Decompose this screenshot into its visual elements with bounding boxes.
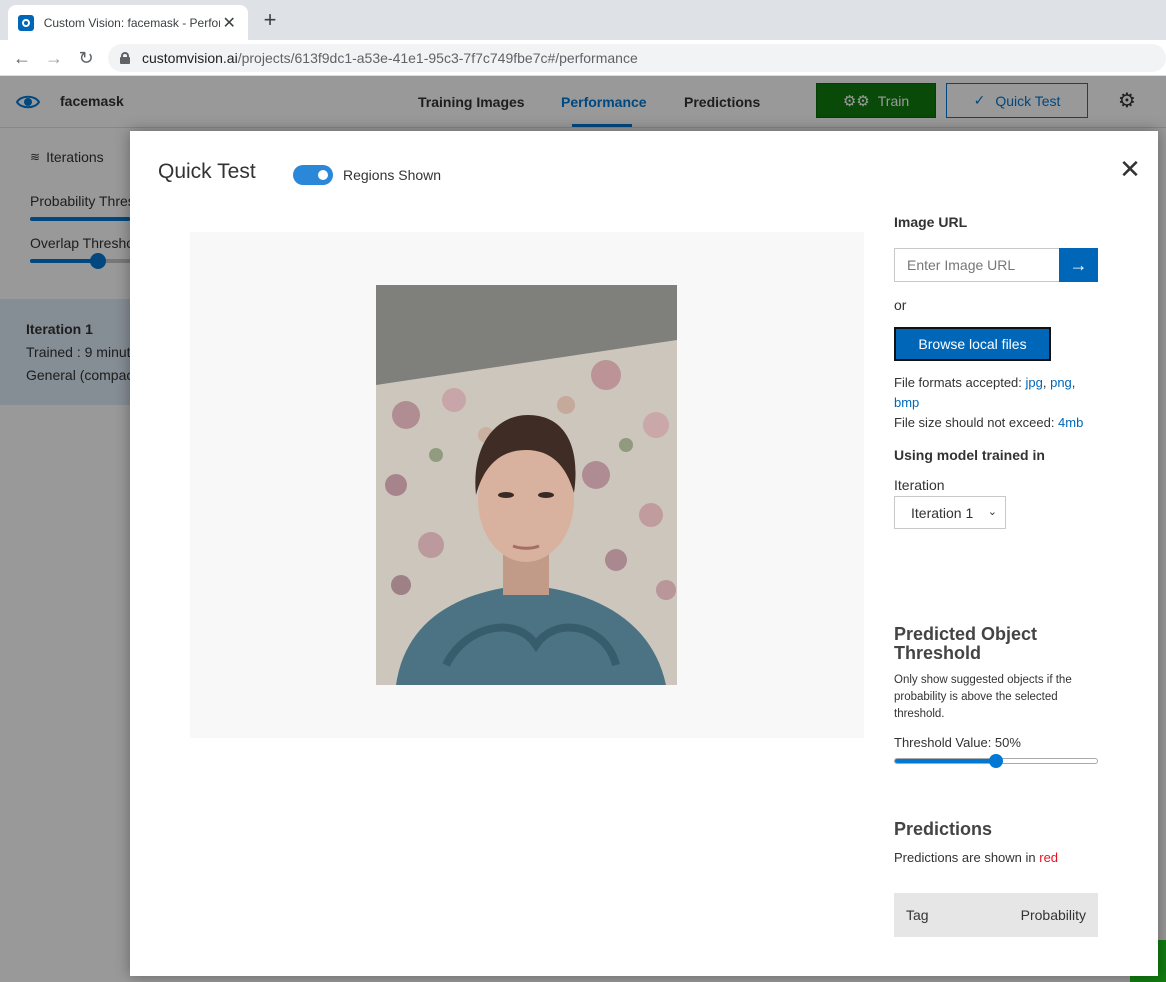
format-png: png <box>1050 375 1072 390</box>
file-size-text: File size should not exceed: 4mb <box>894 413 1083 433</box>
back-button[interactable]: ← <box>9 45 35 71</box>
iteration-select-value: Iteration 1 <box>911 504 974 521</box>
custom-vision-favicon-icon <box>18 14 34 31</box>
file-formats-prefix: File formats accepted: <box>894 375 1026 390</box>
format-jpg: jpg <box>1025 375 1043 390</box>
file-size-prefix: File size should not exceed: <box>894 415 1059 430</box>
address-bar[interactable]: customvision.ai/projects/613f9dc1-a53e-4… <box>108 44 1166 72</box>
threshold-title: Predicted Object Threshold <box>894 624 1038 663</box>
browse-local-files-button[interactable]: Browse local files <box>894 327 1051 361</box>
threshold-slider-thumb[interactable] <box>989 754 1003 768</box>
column-tag: Tag <box>906 907 929 923</box>
lock-icon <box>120 52 130 64</box>
browser-tab[interactable]: Custom Vision: facemask - Perfor ✕ <box>8 5 248 40</box>
predictions-table-header: Tag Probability <box>894 893 1098 937</box>
tab-title: Custom Vision: facemask - Perfor <box>43 15 221 30</box>
new-tab-button[interactable]: + <box>258 8 282 32</box>
browser-toolbar: ← → ↻ customvision.ai/projects/613f9dc1-… <box>0 40 1166 76</box>
image-preview-area <box>190 232 864 738</box>
tab-close-icon[interactable]: ✕ <box>220 13 238 33</box>
threshold-value-label: Threshold Value: 50% <box>894 735 1021 750</box>
reload-button[interactable]: ↻ <box>73 45 99 71</box>
iteration-select[interactable]: Iteration 1 ⌄ <box>894 496 1006 529</box>
iteration-label: Iteration <box>894 477 945 493</box>
predictions-title: Predictions <box>894 819 993 839</box>
image-url-input[interactable] <box>894 248 1060 282</box>
threshold-description: Only show suggested objects if the proba… <box>894 674 1072 720</box>
using-model-label: Using model trained in <box>894 447 1045 463</box>
url-host: customvision.ai <box>142 50 238 66</box>
url-path: /projects/613f9dc1-a53e-41e1-95c3-7f7c74… <box>237 50 638 66</box>
threshold-slider[interactable] <box>894 754 1098 768</box>
predictions-note: Predictions are shown in red <box>894 850 1058 865</box>
test-image <box>376 285 677 685</box>
forward-button[interactable]: → <box>41 45 67 71</box>
predictions-note-prefix: Predictions are shown in <box>894 850 1040 865</box>
or-text: or <box>894 297 907 313</box>
predictions-color-word: red <box>1039 850 1059 865</box>
format-bmp: bmp <box>894 395 920 410</box>
file-formats-text: File formats accepted: jpg, png, bmp <box>894 375 1076 410</box>
url-text: customvision.ai/projects/613f9dc1-a53e-4… <box>142 50 638 66</box>
quick-test-dialog: Quick Test Regions Shown ✕ Image URL Ent… <box>130 131 1158 976</box>
browser-tabstrip: Custom Vision: facemask - Perfor ✕ + <box>0 0 1166 40</box>
column-probability: Probability <box>1020 907 1086 923</box>
dialog-title: Quick Test <box>158 160 256 183</box>
close-icon[interactable]: ✕ <box>1118 156 1142 182</box>
image-url-label: Image URL <box>894 214 968 230</box>
arrow-right-icon[interactable]: → <box>1059 248 1098 282</box>
chevron-down-icon: ⌄ <box>987 506 997 518</box>
regions-shown-toggle[interactable] <box>293 165 333 185</box>
threshold-slider-fill <box>895 759 996 763</box>
file-size-value: 4mb <box>1058 415 1084 430</box>
regions-shown-label: Regions Shown <box>343 167 442 183</box>
